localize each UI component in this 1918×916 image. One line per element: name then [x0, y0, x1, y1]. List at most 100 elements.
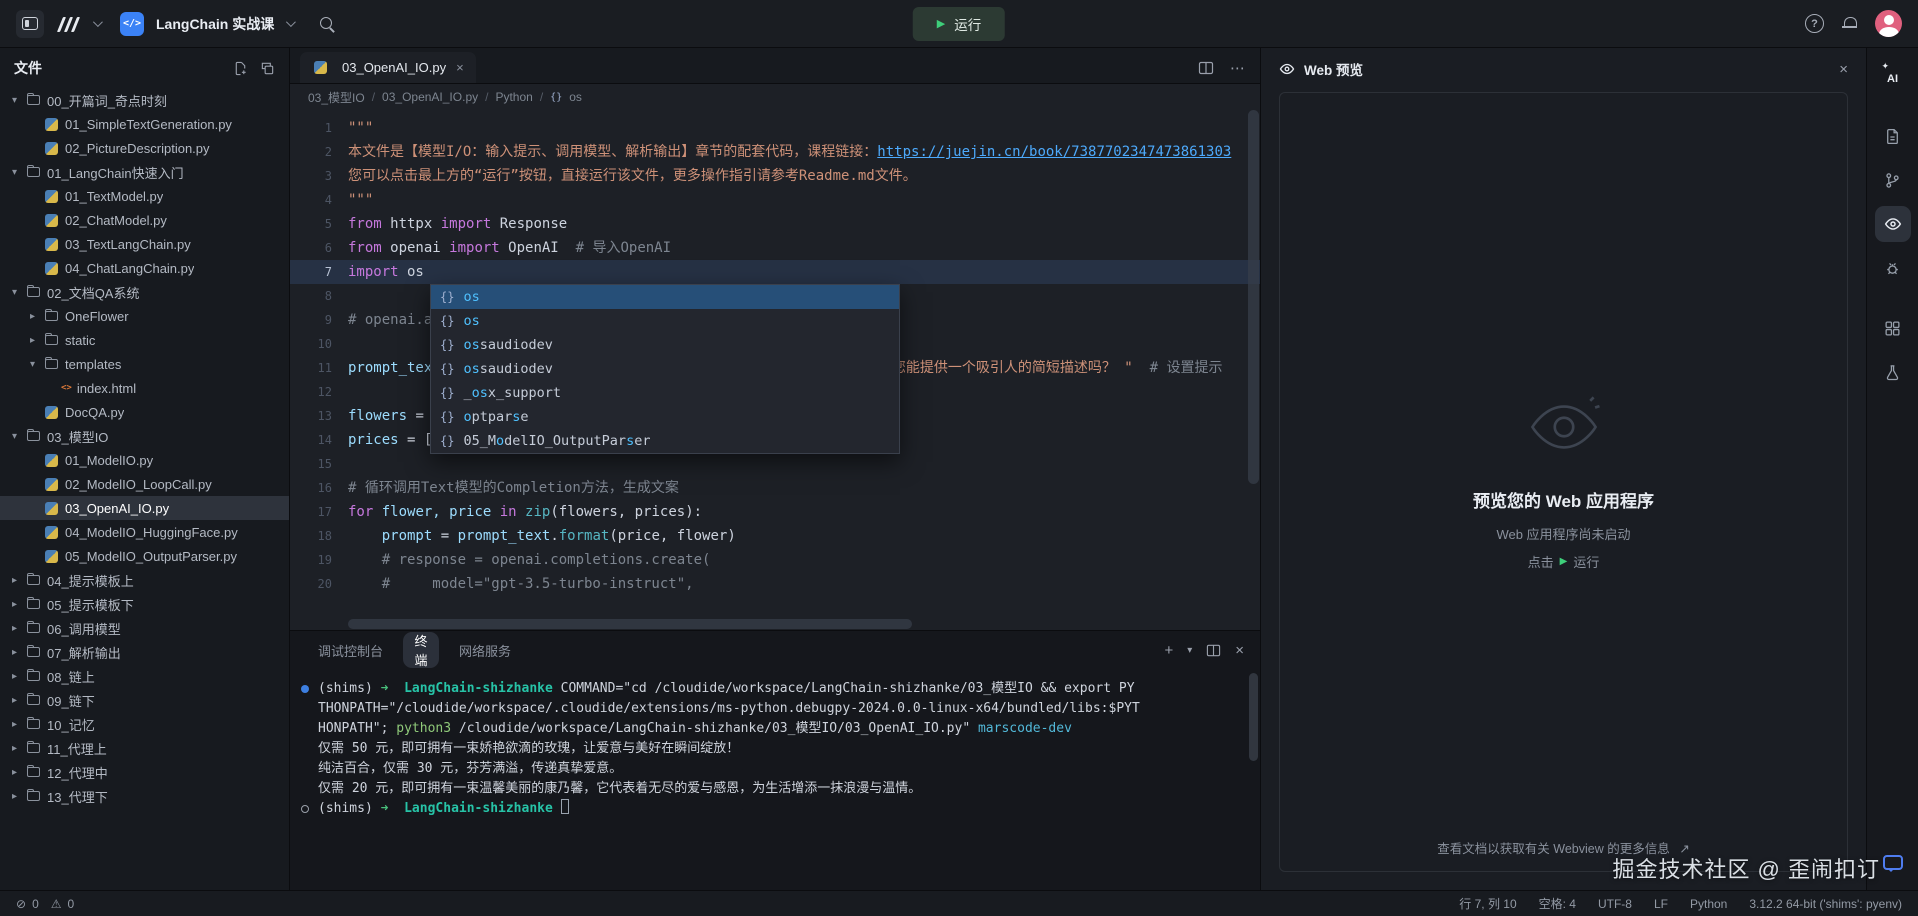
breadcrumb-item[interactable]: os — [569, 90, 582, 104]
code-line[interactable]: 6from openai import OpenAI # 导入OpenAI — [290, 236, 1260, 260]
ai-assistant-icon[interactable]: ✦ AI — [1875, 58, 1911, 94]
close-tab-icon[interactable]: × — [456, 60, 464, 75]
close-icon[interactable]: × — [1839, 61, 1848, 78]
suggest-item[interactable]: {}ossaudiodev — [431, 333, 899, 357]
panel-tab[interactable]: 终端 — [403, 632, 439, 668]
close-panel-icon[interactable]: × — [1235, 642, 1244, 659]
web-preview-icon[interactable] — [1875, 206, 1911, 242]
status-item[interactable]: 空格: 4 — [1539, 895, 1576, 912]
status-item[interactable]: UTF-8 — [1598, 897, 1632, 911]
editor-vscrollbar[interactable] — [1248, 110, 1259, 484]
more-actions-icon[interactable]: ⋯ — [1230, 59, 1246, 77]
tree-item[interactable]: ▸10_记忆 — [0, 712, 289, 736]
folder-icon — [27, 767, 40, 777]
test-flask-icon[interactable] — [1875, 354, 1911, 390]
avatar[interactable] — [1875, 10, 1902, 37]
bell-icon[interactable] — [1842, 16, 1857, 31]
code-line[interactable]: 16# 循环调用Text模型的Completion方法，生成文案 — [290, 476, 1260, 500]
split-panel-icon[interactable] — [1206, 643, 1221, 658]
tree-item[interactable]: ▸05_提示模板下 — [0, 592, 289, 616]
debug-icon[interactable] — [1875, 250, 1911, 286]
tree-item[interactable]: ▾01_LangChain快速入门 — [0, 160, 289, 184]
help-icon[interactable]: ? — [1805, 14, 1824, 33]
chevron-down-icon[interactable] — [93, 17, 103, 27]
tree-item[interactable]: DocQA.py — [0, 400, 289, 424]
suggest-item[interactable]: {}_osx_support — [431, 381, 899, 405]
tree-item[interactable]: ▸04_提示模板上 — [0, 568, 289, 592]
tree-item[interactable]: 04_ChatLangChain.py — [0, 256, 289, 280]
code-line[interactable]: 1""" — [290, 116, 1260, 140]
code-editor[interactable]: 1"""2本文件是【模型I/O：输入提示、调用模型、解析输出】章节的配套代码，课… — [290, 110, 1260, 630]
tree-item[interactable]: ▸OneFlower — [0, 304, 289, 328]
terminal[interactable]: (shims) ➜ LangChain-shizhanke COMMAND="c… — [290, 669, 1260, 890]
tree-item[interactable]: ▸09_链下 — [0, 688, 289, 712]
tree-item[interactable]: 02_ChatModel.py — [0, 208, 289, 232]
code-line[interactable]: 2本文件是【模型I/O：输入提示、调用模型、解析输出】章节的配套代码，课程链接：… — [290, 140, 1260, 164]
breadcrumb-item[interactable]: Python — [495, 90, 532, 104]
code-line[interactable]: 4""" — [290, 188, 1260, 212]
new-terminal-icon[interactable]: + — [1164, 642, 1173, 659]
tree-item[interactable]: ▸13_代理下 — [0, 784, 289, 808]
tree-item[interactable]: ▾02_文档QA系统 — [0, 280, 289, 304]
suggest-item[interactable]: {}os — [431, 285, 899, 309]
tree-item[interactable]: ▸08_链上 — [0, 664, 289, 688]
run-button[interactable]: ▶ 运行 — [913, 7, 1005, 41]
tree-item[interactable]: ▾templates — [0, 352, 289, 376]
tree-item[interactable]: 02_ModelIO_LoopCall.py — [0, 472, 289, 496]
tree-item[interactable]: ▾03_模型IO — [0, 424, 289, 448]
problems-indicator[interactable]: ⊘ 0 ⚠ 0 — [16, 897, 74, 911]
terminal-dropdown-icon[interactable]: ▾ — [1187, 645, 1192, 656]
status-item[interactable]: 3.12.2 64-bit ('shims': pyenv) — [1749, 897, 1902, 911]
webview-run-hint[interactable]: 点击 ▶ 运行 — [1473, 552, 1654, 571]
tree-item[interactable]: ▸11_代理上 — [0, 736, 289, 760]
code-line[interactable]: 19 # response = openai.completions.creat… — [290, 548, 1260, 572]
code-line[interactable]: 18 prompt = prompt_text.format(price, fl… — [290, 524, 1260, 548]
code-line[interactable]: 7import os — [290, 260, 1260, 284]
search-icon[interactable] — [319, 16, 335, 32]
code-line[interactable]: 5from httpx import Response — [290, 212, 1260, 236]
tree-item[interactable]: 05_ModelIO_OutputParser.py — [0, 544, 289, 568]
breadcrumb-item[interactable]: 03_模型IO — [308, 89, 365, 106]
code-line[interactable]: 3您可以点击最上方的“运行”按钮，直接运行该文件，更多操作指引请参考Readme… — [290, 164, 1260, 188]
suggest-item[interactable]: {}ossaudiodev — [431, 357, 899, 381]
panel-tab[interactable]: 调试控制台 — [306, 636, 395, 665]
chevron-down-icon[interactable] — [286, 17, 296, 27]
editor-hscrollbar[interactable] — [348, 619, 912, 629]
tree-item[interactable]: ▸06_调用模型 — [0, 616, 289, 640]
file-search-icon[interactable] — [1875, 118, 1911, 154]
breadcrumb-item[interactable]: 03_OpenAI_IO.py — [382, 90, 478, 104]
tree-item[interactable]: 01_ModelIO.py — [0, 448, 289, 472]
tree-item[interactable]: 01_TextModel.py — [0, 184, 289, 208]
tree-item[interactable]: ▸12_代理中 — [0, 760, 289, 784]
suggest-text: ar — [610, 433, 626, 449]
tree-item[interactable]: 03_OpenAI_IO.py — [0, 496, 289, 520]
tree-item[interactable]: ▾00_开篇词_奇点时刻 — [0, 88, 289, 112]
tree-item[interactable]: 01_SimpleTextGeneration.py — [0, 112, 289, 136]
suggest-item[interactable]: {}05_ModelIO_OutputParser — [431, 429, 899, 453]
tree-item[interactable]: ▸07_解析输出 — [0, 640, 289, 664]
project-name[interactable]: LangChain 实战课 — [156, 14, 274, 34]
status-item[interactable]: 行 7, 列 10 — [1459, 895, 1516, 912]
marscode-logo-icon[interactable] — [60, 16, 81, 32]
code-line[interactable]: 15 — [290, 452, 1260, 476]
new-file-icon[interactable] — [233, 61, 248, 76]
panel-tab[interactable]: 网络服务 — [447, 636, 523, 665]
extensions-icon[interactable] — [1875, 310, 1911, 346]
status-item[interactable]: Python — [1690, 897, 1727, 911]
sidebar-toggle-button[interactable] — [16, 10, 44, 38]
code-line[interactable]: 20 # model="gpt-3.5-turbo-instruct", — [290, 572, 1260, 596]
tree-item[interactable]: 04_ModelIO_HuggingFace.py — [0, 520, 289, 544]
split-editor-icon[interactable] — [1198, 60, 1214, 76]
suggest-item[interactable]: {}os — [431, 309, 899, 333]
tree-item[interactable]: 03_TextLangChain.py — [0, 232, 289, 256]
terminal-scrollbar[interactable] — [1249, 673, 1258, 761]
suggest-item[interactable]: {}optparse — [431, 405, 899, 429]
tree-item[interactable]: ▸static — [0, 328, 289, 352]
status-item[interactable]: LF — [1654, 897, 1668, 911]
tree-item[interactable]: 02_PictureDescription.py — [0, 136, 289, 160]
collapse-all-icon[interactable] — [260, 61, 275, 76]
editor-tab[interactable]: 03_OpenAI_IO.py × — [300, 52, 476, 83]
code-line[interactable]: 17for flower, price in zip(flowers, pric… — [290, 500, 1260, 524]
tree-item[interactable]: <>index.html — [0, 376, 289, 400]
git-branch-icon[interactable] — [1875, 162, 1911, 198]
